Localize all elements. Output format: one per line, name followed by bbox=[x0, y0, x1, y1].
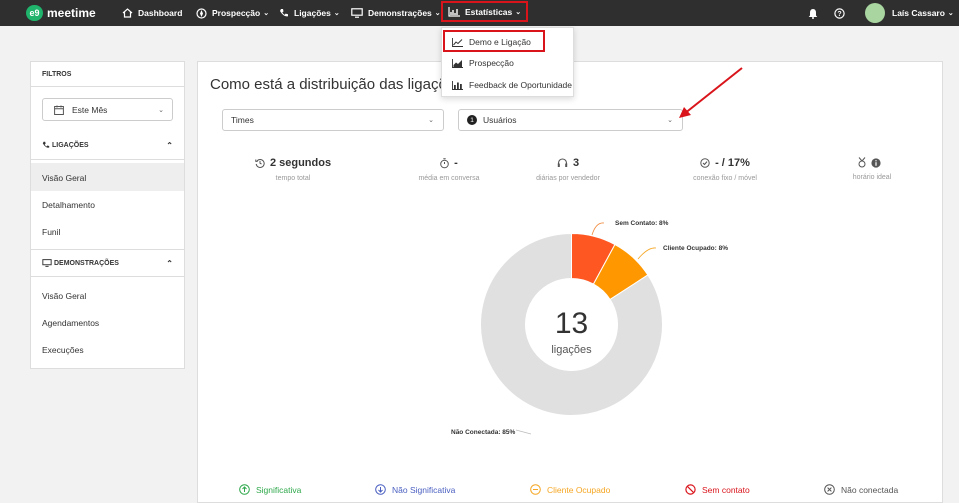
nav-estatisticas[interactable]: Estatísticas ⌄ bbox=[441, 1, 529, 22]
area-chart-icon bbox=[452, 58, 463, 68]
logo-mark: e9 bbox=[26, 5, 43, 21]
user-name: Laís Cassaro bbox=[892, 8, 945, 18]
menu-item-demo-ligacao-label: Demo e Ligação bbox=[469, 37, 531, 47]
compass-icon bbox=[196, 7, 207, 19]
menu-item-feedback-oportunidade-label: Feedback de Oportunidade bbox=[469, 80, 573, 90]
chevron-down-icon: ⌄ bbox=[333, 10, 340, 17]
bar-chart-icon bbox=[452, 80, 463, 90]
legend-nao-significativa-label: Não Significativa bbox=[392, 484, 456, 495]
nav-demonstracoes[interactable]: Demonstrações ⌄ bbox=[351, 0, 441, 26]
annotation-arrow bbox=[679, 67, 743, 118]
link-demos-executions[interactable]: Execuções bbox=[42, 345, 84, 355]
arrow-up-circle-icon bbox=[239, 484, 250, 495]
chevron-down-icon: ⌄ bbox=[947, 10, 954, 17]
minus-circle-icon bbox=[530, 484, 541, 495]
help-icon: ? bbox=[834, 7, 845, 19]
section-ligacoes-label: LIGAÇÕES bbox=[52, 141, 89, 149]
divider bbox=[31, 276, 184, 277]
line-chart-icon bbox=[452, 37, 463, 47]
legend-sem-contato[interactable]: Sem contato bbox=[685, 484, 750, 495]
legend-cliente-ocupado[interactable]: Cliente Ocupado bbox=[530, 484, 610, 495]
chevron-up-icon: ⌃ bbox=[166, 258, 173, 268]
slice-leader-lines bbox=[515, 222, 657, 435]
help-button[interactable]: ? bbox=[834, 0, 845, 26]
monitor-icon bbox=[42, 259, 52, 267]
nav-prospeccao-label: Prospecção bbox=[212, 8, 261, 18]
user-menu[interactable]: Laís Cassaro ⌄ bbox=[865, 0, 954, 26]
legend-nao-conectada-label: Não conectada bbox=[841, 484, 899, 495]
nav-dashboard[interactable]: Dashboard bbox=[122, 0, 182, 26]
nav-dashboard-label: Dashboard bbox=[138, 8, 183, 18]
legend-significativa-label: Significativa bbox=[256, 484, 302, 495]
statistics-dropdown-menu: Demo e Ligação Prospecção Feedback de Op… bbox=[441, 27, 574, 97]
logo[interactable]: e9 meetime bbox=[26, 5, 96, 21]
top-navbar: e9 meetime Dashboard Prospecção ⌄ Ligaçõe… bbox=[0, 0, 959, 26]
slice-label-cliente-ocupado: Cliente Ocupado: 8% bbox=[663, 245, 729, 252]
menu-item-prospeccao[interactable]: Prospecção bbox=[452, 58, 514, 68]
section-ligacoes[interactable]: LIGAÇÕES ⌃ bbox=[42, 140, 173, 150]
section-demonstracoes-label: DEMONSTRAÇÕES bbox=[54, 259, 119, 267]
legend-significativa[interactable]: Significativa bbox=[239, 484, 301, 495]
nav-ligacoes-label: Ligações bbox=[294, 8, 331, 18]
link-calls-overview[interactable]: Visão Geral bbox=[42, 173, 86, 183]
divider bbox=[31, 159, 184, 160]
chevron-down-icon: ⌄ bbox=[263, 10, 270, 17]
period-select[interactable]: Este Mês ⌄ bbox=[42, 98, 173, 121]
link-demos-schedules[interactable]: Agendamentos bbox=[42, 318, 99, 328]
home-icon bbox=[122, 8, 133, 18]
legend-sem-contato-label: Sem contato bbox=[702, 484, 750, 495]
link-calls-detail[interactable]: Detalhamento bbox=[42, 200, 95, 210]
slice-label-sem-contato: Sem Contato: 8% bbox=[615, 220, 669, 227]
logo-text: meetime bbox=[47, 6, 96, 20]
section-demonstracoes[interactable]: DEMONSTRAÇÕES ⌃ bbox=[42, 258, 173, 268]
bell-icon bbox=[808, 8, 818, 19]
chevron-down-icon: ⌄ bbox=[434, 10, 441, 17]
avatar bbox=[865, 3, 885, 23]
x-circle-icon bbox=[824, 484, 835, 495]
divider bbox=[31, 86, 184, 87]
main-card: Como está a distribuição das ligaçõ Time… bbox=[197, 61, 943, 503]
link-calls-funnel[interactable]: Funil bbox=[42, 227, 60, 237]
menu-item-feedback-oportunidade[interactable]: Feedback de Oportunidade bbox=[452, 80, 572, 90]
menu-item-demo-ligacao[interactable]: Demo e Ligação bbox=[452, 37, 531, 47]
phone-icon bbox=[42, 141, 50, 148]
chevron-up-icon: ⌃ bbox=[166, 140, 173, 150]
legend-nao-significativa[interactable]: Não Significativa bbox=[375, 484, 455, 495]
calendar-icon bbox=[54, 105, 64, 115]
legend-cliente-ocupado-label: Cliente Ocupado bbox=[547, 484, 611, 495]
link-demos-overview[interactable]: Visão Geral bbox=[42, 291, 86, 301]
chevron-down-icon: ⌄ bbox=[515, 8, 522, 16]
nav-ligacoes[interactable]: Ligações ⌄ bbox=[279, 0, 340, 26]
slice-label-nao-conectada: Não Conectada: 85% bbox=[451, 429, 516, 436]
nav-demonstracoes-label: Demonstrações bbox=[368, 8, 432, 18]
period-label: Este Mês bbox=[72, 104, 108, 115]
filters-title: FILTROS bbox=[42, 71, 72, 78]
divider bbox=[31, 249, 184, 250]
arrow-down-circle-icon bbox=[375, 484, 386, 495]
svg-text:?: ? bbox=[837, 11, 841, 18]
ban-icon bbox=[685, 484, 696, 495]
nav-prospeccao[interactable]: Prospecção ⌄ bbox=[196, 0, 269, 26]
legend-nao-conectada[interactable]: Não conectada bbox=[824, 484, 898, 495]
notifications-button[interactable] bbox=[808, 0, 818, 26]
chart-icon bbox=[448, 6, 460, 17]
menu-item-prospeccao-label: Prospecção bbox=[469, 58, 514, 68]
phone-icon bbox=[280, 9, 288, 17]
nav-estatisticas-label: Estatísticas bbox=[465, 6, 513, 17]
monitor-icon bbox=[351, 8, 363, 18]
chevron-down-icon: ⌄ bbox=[158, 106, 164, 114]
filters-sidebar: FILTROS Este Mês ⌄ LIGAÇÕES ⌃ Visão Gera… bbox=[30, 61, 185, 369]
